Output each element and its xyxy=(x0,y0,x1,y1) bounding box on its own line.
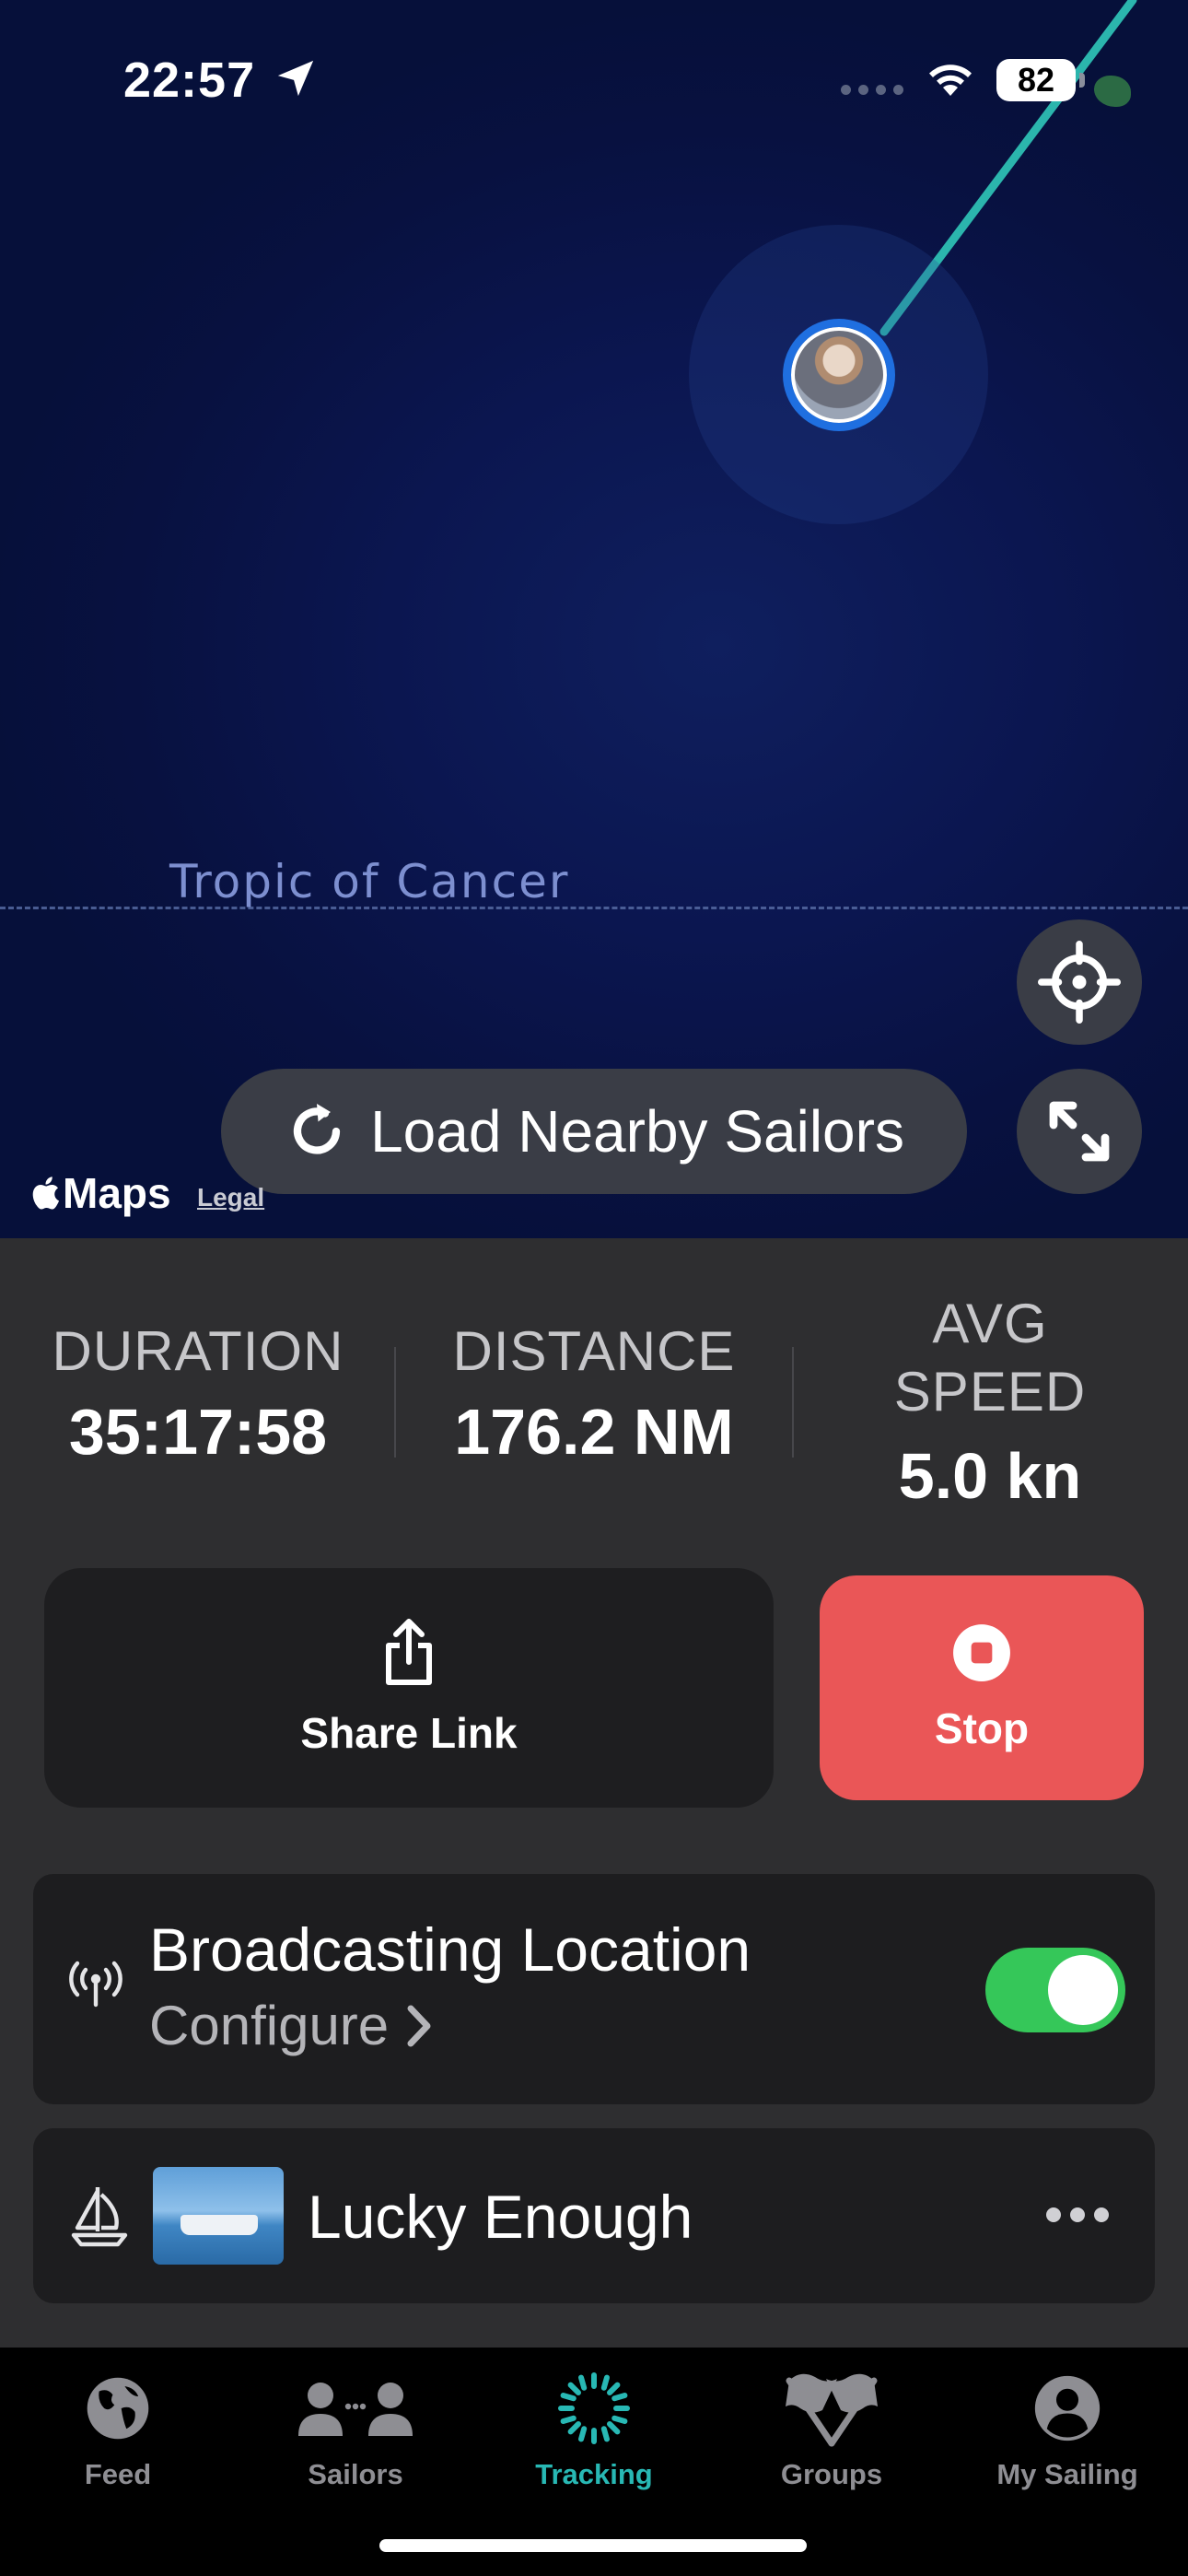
stat-divider xyxy=(792,1347,794,1458)
tab-my-sailing[interactable]: My Sailing xyxy=(966,2362,1169,2491)
stop-circle-icon xyxy=(953,1624,1010,1681)
avg-speed-label-line2: SPEED xyxy=(893,1361,1087,1423)
tropic-label: Tropic of Cancer xyxy=(169,855,570,908)
share-link-button[interactable]: Share Link xyxy=(44,1568,774,1808)
tracking-stats: DURATION 35:17:58 DISTANCE 176.2 NM AVG … xyxy=(0,1290,1188,1529)
configure-link[interactable]: Configure xyxy=(149,1994,433,2057)
more-options-button[interactable] xyxy=(1046,2207,1109,2222)
route-line xyxy=(879,0,1137,336)
people-icon xyxy=(298,2383,413,2436)
globe-icon xyxy=(87,2377,149,2440)
avg-speed-label-line1: AVG xyxy=(932,1293,1048,1354)
duration-label: DURATION xyxy=(52,1320,344,1382)
tab-tracking[interactable]: Tracking xyxy=(493,2362,695,2491)
expand-arrows-icon xyxy=(1049,1101,1110,1162)
boat-photo xyxy=(153,2167,284,2265)
avg-speed-stat: AVG SPEED 5.0 kn xyxy=(861,1290,1119,1513)
duration-value: 35:17:58 xyxy=(68,1396,328,1468)
apple-logo-icon xyxy=(32,1177,60,1210)
tab-my-sailing-label: My Sailing xyxy=(996,2458,1138,2490)
broadcast-location-card: Broadcasting Location Configure xyxy=(33,1874,1155,2104)
tab-sailors[interactable]: Sailors xyxy=(254,2362,457,2491)
avg-speed-value: 5.0 kn xyxy=(898,1440,1082,1512)
stat-divider xyxy=(394,1347,396,1458)
home-indicator[interactable] xyxy=(379,2539,807,2552)
tab-tracking-label: Tracking xyxy=(535,2458,653,2490)
stop-tracking-button[interactable]: Stop xyxy=(820,1575,1144,1800)
flags-icon xyxy=(786,2373,878,2447)
battery-icon: 82 xyxy=(996,59,1085,101)
antenna-broadcast-icon xyxy=(69,1961,122,2008)
tab-groups-label: Groups xyxy=(780,2458,883,2490)
expand-map-button[interactable] xyxy=(1017,1069,1142,1194)
distance-value: 176.2 NM xyxy=(454,1396,734,1468)
crosshair-icon xyxy=(1038,941,1121,1024)
maps-logo-text: Maps xyxy=(63,1169,171,1217)
tab-feed-label: Feed xyxy=(84,2458,152,2490)
stop-label: Stop xyxy=(934,1704,1030,1752)
location-arrow-icon xyxy=(277,60,314,97)
configure-label: Configure xyxy=(149,1995,390,2056)
load-nearby-sailors-button[interactable]: Load Nearby Sailors xyxy=(221,1069,967,1194)
sailboat-icon xyxy=(71,2187,128,2247)
broadcast-toggle[interactable] xyxy=(985,1948,1125,2032)
share-icon xyxy=(386,1619,432,1685)
load-nearby-label: Load Nearby Sailors xyxy=(370,1098,904,1165)
cellular-signal-icon xyxy=(841,85,903,95)
legal-link[interactable]: Legal xyxy=(197,1183,264,1212)
distance-label: DISTANCE xyxy=(452,1320,736,1382)
share-link-label: Share Link xyxy=(300,1709,518,1757)
refresh-icon xyxy=(293,1104,341,1154)
duration-stat: DURATION 35:17:58 xyxy=(37,1317,359,1469)
boat-card[interactable]: Lucky Enough xyxy=(33,2128,1155,2303)
tab-feed[interactable]: Feed xyxy=(17,2362,219,2491)
tab-sailors-label: Sailors xyxy=(308,2458,403,2490)
tab-groups[interactable]: Groups xyxy=(730,2362,933,2491)
recenter-button[interactable] xyxy=(1017,919,1142,1045)
apple-maps-logo: Maps xyxy=(28,1168,171,1218)
wifi-icon xyxy=(929,64,972,96)
chevron-right-icon xyxy=(407,2005,431,2046)
broadcast-title: Broadcasting Location xyxy=(149,1915,751,1984)
user-location-avatar[interactable] xyxy=(783,319,895,431)
person-circle-icon xyxy=(1034,2375,1101,2441)
boat-name: Lucky Enough xyxy=(308,2183,693,2251)
tracking-icon xyxy=(558,2372,630,2444)
distance-stat: DISTANCE 176.2 NM xyxy=(433,1317,755,1469)
status-time: 22:57 xyxy=(123,53,256,108)
map-view[interactable]: Tropic of Cancer 22:57 82 Load Nearby Sa… xyxy=(0,0,1188,1238)
